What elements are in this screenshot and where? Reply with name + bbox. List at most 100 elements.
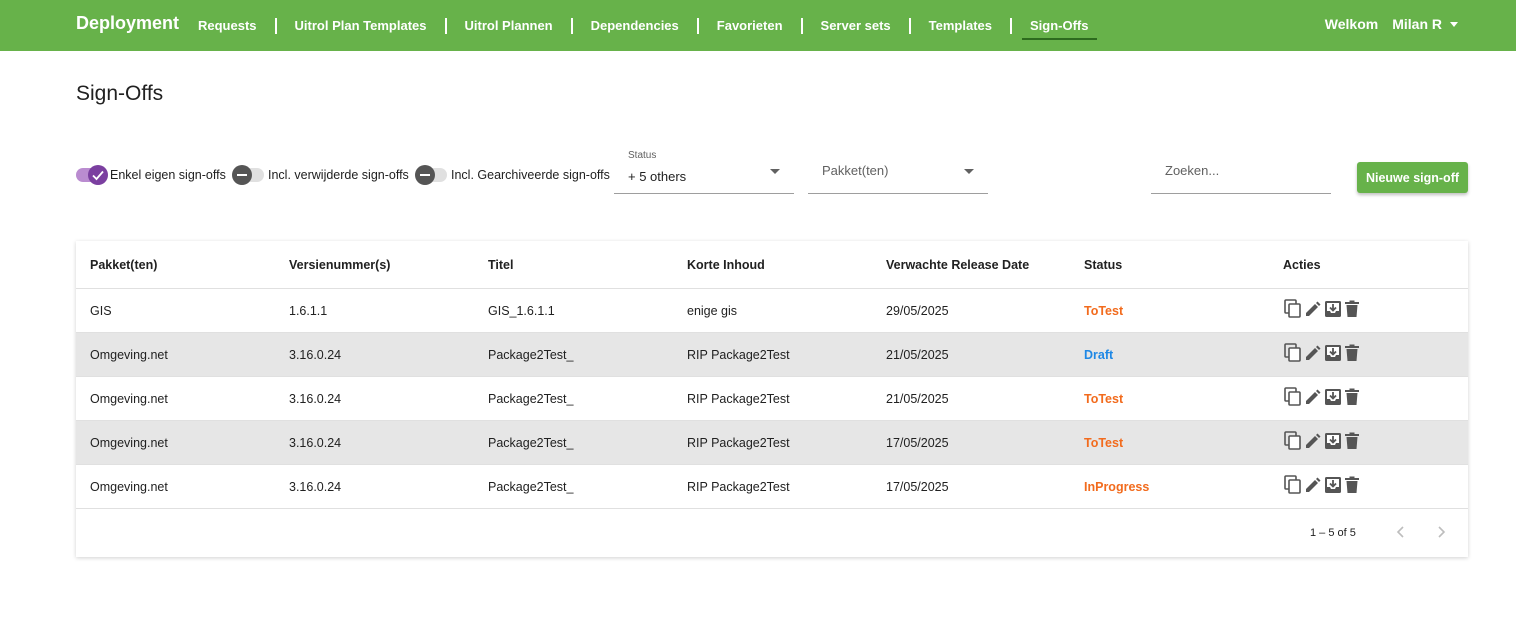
- edit-icon[interactable]: [1304, 476, 1322, 499]
- status-value: + 5 others: [628, 169, 687, 184]
- delete-icon[interactable]: [1344, 300, 1360, 323]
- nav-item-uitrol-plan-templates[interactable]: Uitrol Plan Templates: [277, 0, 445, 51]
- cell-title: Package2Test_: [488, 480, 574, 494]
- table-row[interactable]: Omgeving.net 3.16.0.24 Package2Test_ RIP Pa…: [76, 465, 1468, 509]
- table-row[interactable]: Omgeving.net 3.16.0.24 Package2Test_ RIP Pa…: [76, 377, 1468, 421]
- cell-version: 3.16.0.24: [289, 348, 342, 362]
- pagination-range: 1 – 5 of 5: [1310, 527, 1356, 539]
- status-select[interactable]: Status + 5 others: [614, 150, 794, 194]
- cell-package: GIS: [90, 304, 112, 318]
- search-input[interactable]: Zoeken...: [1151, 150, 1331, 194]
- cell-status: ToTest: [1084, 392, 1124, 406]
- page-title: Sign-Offs: [76, 82, 164, 105]
- copy-icon[interactable]: [1284, 343, 1302, 368]
- minus-icon: [237, 174, 247, 176]
- table-row[interactable]: Omgeving.net 3.16.0.24 Package2Test_ RIP Pa…: [76, 333, 1468, 377]
- delete-icon[interactable]: [1344, 388, 1360, 411]
- cell-version: 1.6.1.1: [289, 304, 328, 318]
- toggle-own-signoffs[interactable]: Enkel eigen sign-offs: [76, 165, 226, 185]
- main-nav: Requests Uitrol Plan Templates Uitrol Plan…: [180, 0, 1107, 51]
- user-menu[interactable]: Welkom Milan R: [1325, 16, 1458, 32]
- table-row[interactable]: Omgeving.net 3.16.0.24 Package2Test_ RIP Pa…: [76, 421, 1468, 465]
- toggle-switch[interactable]: [76, 165, 108, 185]
- archive-icon[interactable]: [1324, 344, 1342, 367]
- status-label: Status: [628, 150, 657, 161]
- toggle-switch[interactable]: [232, 165, 264, 185]
- cell-release-date: 21/05/2025: [886, 348, 949, 362]
- new-signoff-button[interactable]: Nieuwe sign-off: [1357, 162, 1468, 193]
- cell-release-date: 17/05/2025: [886, 480, 949, 494]
- column-header: Status: [1084, 258, 1123, 272]
- cell-content: RIP Package2Test: [687, 348, 790, 362]
- nav-item-uitrol-plannen[interactable]: Uitrol Plannen: [447, 0, 571, 51]
- archive-icon[interactable]: [1324, 388, 1342, 411]
- cell-status: ToTest: [1084, 304, 1124, 318]
- cell-title: Package2Test_: [488, 436, 574, 450]
- archive-icon[interactable]: [1324, 300, 1342, 323]
- cell-content: RIP Package2Test: [687, 480, 790, 494]
- copy-icon[interactable]: [1284, 387, 1302, 412]
- cell-title: Package2Test_: [488, 348, 574, 362]
- delete-icon[interactable]: [1344, 344, 1360, 367]
- column-header: Korte Inhoud: [687, 258, 765, 272]
- cell-status: InProgress: [1084, 480, 1150, 494]
- copy-icon[interactable]: [1284, 431, 1302, 456]
- toggle-switch[interactable]: [415, 165, 447, 185]
- cell-package: Omgeving.net: [90, 436, 168, 450]
- toggle-thumb: [88, 165, 108, 185]
- column-header: Titel: [488, 258, 514, 272]
- cell-status: ToTest: [1084, 436, 1124, 450]
- cell-release-date: 17/05/2025: [886, 436, 949, 450]
- cell-content: RIP Package2Test: [687, 392, 790, 406]
- cell-package: Omgeving.net: [90, 480, 168, 494]
- cell-package: Omgeving.net: [90, 392, 168, 406]
- cell-version: 3.16.0.24: [289, 480, 342, 494]
- toggle-archived-signoffs[interactable]: Incl. Gearchiveerde sign-offs: [415, 165, 610, 185]
- cell-content: enige gis: [687, 304, 738, 318]
- archive-icon[interactable]: [1324, 476, 1342, 499]
- column-header: Acties: [1283, 258, 1321, 272]
- edit-icon[interactable]: [1304, 388, 1322, 411]
- cell-package: Omgeving.net: [90, 348, 168, 362]
- nav-item-requests[interactable]: Requests: [180, 0, 275, 51]
- nav-item-server-sets[interactable]: Server sets: [803, 0, 909, 51]
- column-header: Verwachte Release Date: [886, 258, 1030, 272]
- table-row[interactable]: GIS 1.6.1.1 GIS_1.6.1.1 enige gis 29/05/2025…: [76, 289, 1468, 333]
- user-name[interactable]: Milan R: [1392, 16, 1442, 32]
- archive-icon[interactable]: [1324, 432, 1342, 455]
- edit-icon[interactable]: [1304, 344, 1322, 367]
- package-select[interactable]: Pakket(ten): [808, 150, 988, 194]
- cell-release-date: 21/05/2025: [886, 392, 949, 406]
- delete-icon[interactable]: [1344, 432, 1360, 455]
- copy-icon[interactable]: [1284, 299, 1302, 324]
- nav-item-dependencies[interactable]: Dependencies: [573, 0, 697, 51]
- row-actions: [1284, 299, 1362, 324]
- column-header: Pakket(ten): [90, 258, 158, 272]
- table-header: Pakket(ten) Versienummer(s) Titel Korte …: [76, 241, 1468, 289]
- cell-title: GIS_1.6.1.1: [488, 304, 555, 318]
- nav-item-sign-offs[interactable]: Sign-Offs: [1012, 0, 1107, 51]
- edit-icon[interactable]: [1304, 432, 1322, 455]
- dropdown-arrow-icon[interactable]: [964, 169, 974, 174]
- package-placeholder: Pakket(ten): [822, 163, 889, 178]
- toggle-thumb: [232, 165, 252, 185]
- cell-release-date: 29/05/2025: [886, 304, 949, 318]
- edit-icon[interactable]: [1304, 300, 1322, 323]
- app-brand[interactable]: Deployment: [76, 13, 179, 34]
- check-icon: [92, 170, 104, 181]
- toggle-deleted-signoffs[interactable]: Incl. verwijderde sign-offs: [232, 165, 409, 185]
- toggle-thumb: [415, 165, 435, 185]
- welcome-text: Welkom: [1324, 16, 1379, 32]
- cell-version: 3.16.0.24: [289, 436, 342, 450]
- dropdown-arrow-icon[interactable]: [770, 169, 780, 174]
- minus-icon: [420, 174, 430, 176]
- signoffs-table: Pakket(ten) Versienummer(s) Titel Korte …: [76, 241, 1468, 557]
- chevron-down-icon[interactable]: [1450, 22, 1458, 27]
- copy-icon[interactable]: [1284, 475, 1302, 500]
- nav-item-templates[interactable]: Templates: [911, 0, 1010, 51]
- delete-icon[interactable]: [1344, 476, 1360, 499]
- chevron-left-icon[interactable]: [1394, 525, 1408, 544]
- nav-item-favorieten[interactable]: Favorieten: [699, 0, 801, 51]
- cell-content: RIP Package2Test: [687, 436, 790, 450]
- chevron-right-icon[interactable]: [1434, 525, 1448, 544]
